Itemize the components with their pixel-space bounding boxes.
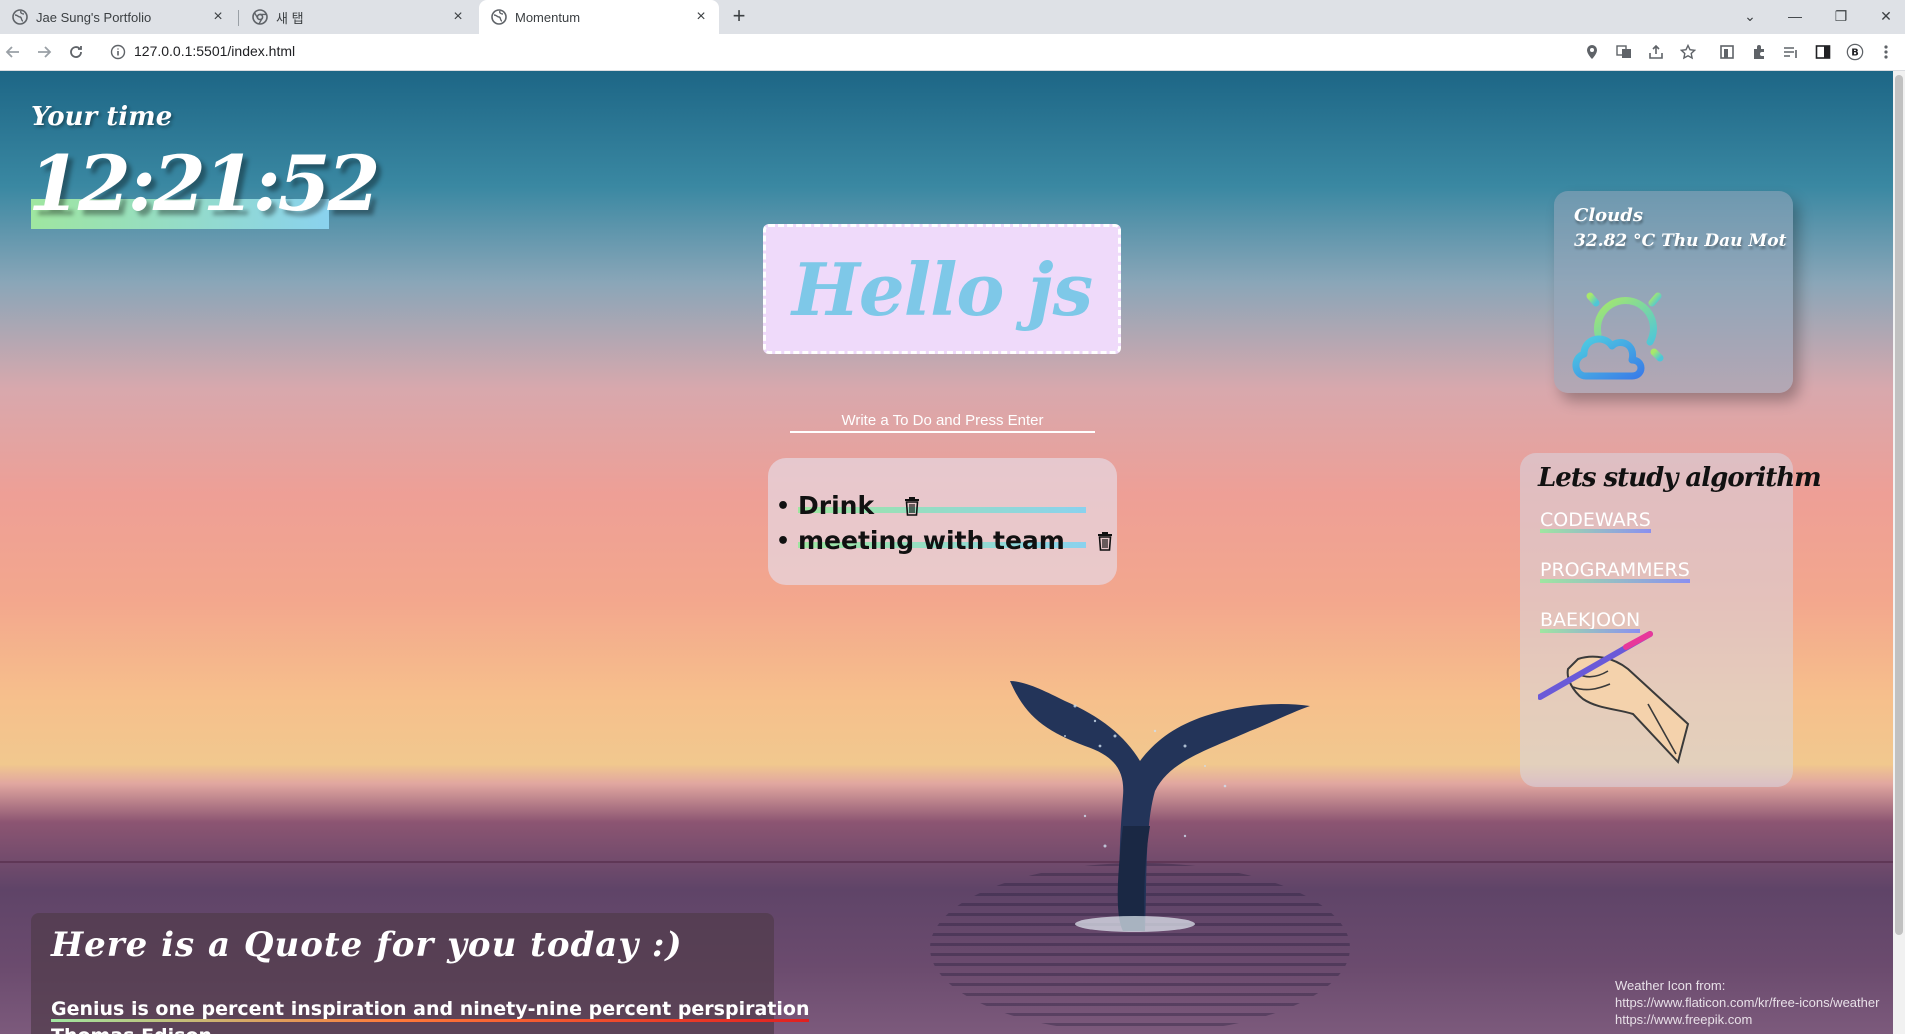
sun-cloud-icon xyxy=(1571,277,1677,380)
tab-portfolio[interactable]: Jae Sung's Portfolio × xyxy=(0,0,236,34)
tab-title: 새 탭 xyxy=(276,10,304,26)
close-icon[interactable]: × xyxy=(210,9,226,25)
chrome-icon xyxy=(252,9,268,25)
arrow-right-icon xyxy=(38,46,52,58)
globe-icon xyxy=(12,9,28,25)
greeting-text: Hello js xyxy=(791,246,1093,332)
weather-card: Clouds 32.82 °C Thu Dau Mot xyxy=(1554,191,1793,393)
reload-icon xyxy=(70,46,82,58)
bookmark-star-icon[interactable] xyxy=(1679,43,1697,61)
link-underline xyxy=(1540,529,1651,533)
tab-title: Momentum xyxy=(515,9,581,25)
algorithm-title: Lets study algorithm xyxy=(1538,463,1822,493)
scrollbar-thumb[interactable] xyxy=(1895,75,1903,935)
extensions-puzzle-icon[interactable] xyxy=(1750,43,1768,61)
credit-link[interactable]: https://www.flaticon.com/kr/free-icons/w… xyxy=(1615,994,1879,1011)
arrow-left-icon xyxy=(5,46,19,58)
quote-title: Here is a Quote for you today :) xyxy=(51,925,683,965)
reading-list-icon[interactable] xyxy=(1782,43,1800,61)
bullet: • xyxy=(776,494,791,519)
browser-toolbar: 127.0.0.1:5501/index.html B xyxy=(0,34,1905,71)
window-close-button[interactable]: ✕ xyxy=(1866,4,1905,28)
quote-text: Genius is one percent inspiration and ni… xyxy=(51,998,810,1020)
quote-author-wrap: Thomas Edison xyxy=(51,1025,212,1034)
link-codewars[interactable]: CODEWARS xyxy=(1540,509,1651,533)
clock-label: Your time xyxy=(31,102,173,132)
weather-temp-city: 32.82 °C Thu Dau Mot xyxy=(1574,231,1787,251)
quote-underline xyxy=(51,1019,810,1022)
greeting-box: Hello js xyxy=(763,224,1121,354)
bullet: • xyxy=(776,529,791,554)
quote-author: Thomas Edison xyxy=(51,1025,212,1034)
icon-credit: Weather Icon from: https://www.flaticon.… xyxy=(1615,977,1879,1028)
algorithm-card: Lets study algorithm CODEWARS PROGRAMMER… xyxy=(1520,453,1822,787)
clock-time: 12:21:52 xyxy=(28,139,380,228)
tab-search-icon[interactable]: ⌄ xyxy=(1730,4,1770,28)
side-panel-icon[interactable] xyxy=(1814,43,1832,61)
tab-strip: Jae Sung's Portfolio × 새 탭 × Momentum × … xyxy=(0,0,1905,34)
quote-card: Here is a Quote for you today :) Genius … xyxy=(31,913,810,1034)
translate-icon[interactable] xyxy=(1615,43,1633,61)
page-viewport: Your time 12:21:52 Hello js • Drink • me… xyxy=(0,71,1893,1034)
todo-item: • meeting with team xyxy=(776,523,1115,558)
extension-app-icon[interactable] xyxy=(1718,43,1736,61)
globe-icon xyxy=(491,9,507,25)
link-label: BAEKJOON xyxy=(1540,609,1641,631)
close-icon[interactable]: × xyxy=(693,9,709,25)
todo-form xyxy=(790,409,1095,433)
todo-text: Drink xyxy=(798,491,875,520)
todo-item: • Drink xyxy=(776,488,1115,523)
hand-writing-icon xyxy=(1538,631,1690,764)
tab-title: Jae Sung's Portfolio xyxy=(36,9,152,25)
link-underline xyxy=(1540,579,1690,583)
weather-condition: Clouds xyxy=(1574,205,1643,226)
tab-new-tab[interactable]: 새 탭 × xyxy=(240,0,476,34)
location-icon[interactable] xyxy=(1583,43,1601,61)
credit-line: Weather Icon from: xyxy=(1615,978,1726,993)
trash-icon[interactable] xyxy=(1095,530,1115,552)
info-icon[interactable] xyxy=(110,44,126,60)
vertical-scrollbar[interactable] xyxy=(1893,71,1905,1034)
credit-link[interactable]: https://www.freepik.com xyxy=(1615,1011,1879,1028)
new-tab-button[interactable]: + xyxy=(727,5,751,29)
trash-icon[interactable] xyxy=(902,495,922,517)
link-baekjoon[interactable]: BAEKJOON xyxy=(1540,609,1641,633)
tab-momentum[interactable]: Momentum × xyxy=(479,0,719,34)
whale-tail-image xyxy=(1010,681,1310,932)
forward-button[interactable] xyxy=(32,40,56,64)
profile-avatar[interactable]: B xyxy=(1846,43,1864,61)
link-label: CODEWARS xyxy=(1540,509,1651,531)
more-menu-icon[interactable] xyxy=(1877,43,1895,61)
horizon-line xyxy=(0,861,1893,863)
quote-text-wrap: Genius is one percent inspiration and ni… xyxy=(51,998,810,1022)
tab-separator xyxy=(238,10,239,26)
todo-list-box: • Drink • meeting with team xyxy=(768,458,1117,585)
svg-text:B: B xyxy=(1851,48,1859,59)
todo-input[interactable] xyxy=(790,409,1095,431)
share-icon[interactable] xyxy=(1647,43,1665,61)
reload-button[interactable] xyxy=(64,40,88,64)
link-programmers[interactable]: PROGRAMMERS xyxy=(1540,559,1690,583)
minimize-button[interactable]: — xyxy=(1775,4,1815,28)
link-label: PROGRAMMERS xyxy=(1540,559,1690,581)
address-bar[interactable]: 127.0.0.1:5501/index.html xyxy=(134,43,295,59)
todo-text: meeting with team xyxy=(798,526,1065,555)
back-button[interactable] xyxy=(1,40,25,64)
todo-list: • Drink • meeting with team xyxy=(776,488,1115,558)
close-icon[interactable]: × xyxy=(450,9,466,25)
restore-button[interactable]: ❐ xyxy=(1821,4,1861,28)
